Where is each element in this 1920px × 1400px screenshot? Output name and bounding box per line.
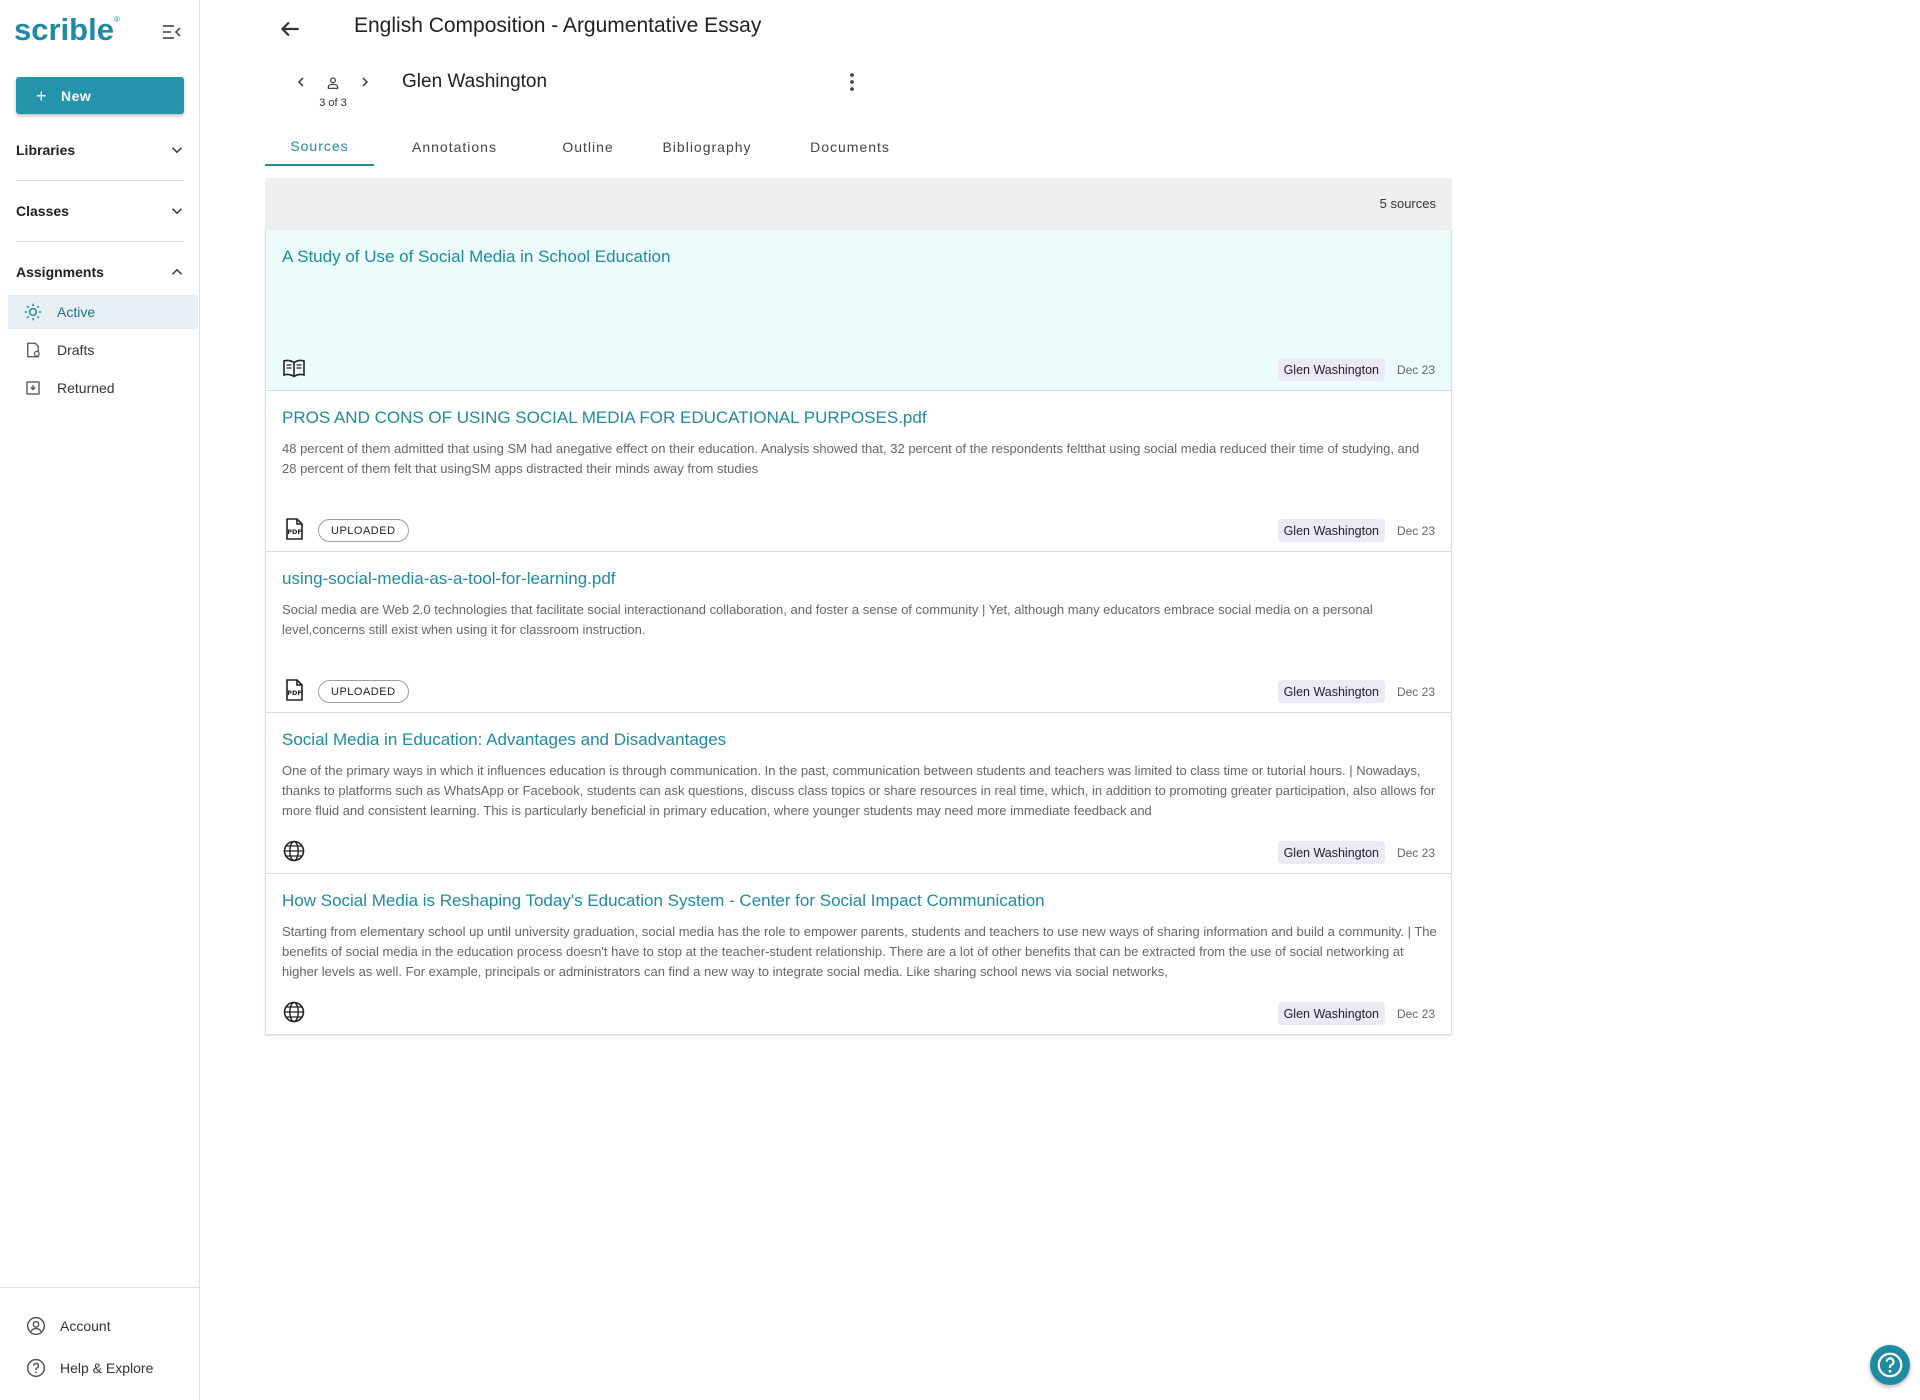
returned-icon [24, 379, 42, 397]
nav-section-classes[interactable]: Classes [16, 198, 186, 224]
collapse-sidebar-icon[interactable] [160, 20, 184, 44]
source-excerpt: Social media are Web 2.0 technologies th… [282, 602, 1373, 637]
source-date: Dec 23 [1396, 846, 1435, 860]
source-title[interactable]: PROS AND CONS OF USING SOCIAL MEDIA FOR … [282, 408, 927, 428]
chevron-down-icon [171, 147, 183, 154]
new-button[interactable]: + New [16, 77, 184, 114]
logo-row: scrible® [14, 12, 186, 48]
nav-section-label: Classes [16, 203, 69, 219]
student-name: Glen Washington [402, 71, 548, 92]
drafts-icon [24, 341, 42, 359]
source-card[interactable]: PROS AND CONS OF USING SOCIAL MEDIA FOR … [265, 391, 1452, 552]
sun-icon [24, 303, 42, 321]
account-label: Account [60, 1318, 111, 1334]
tab-annotations[interactable]: Annotations [382, 128, 527, 166]
sidebar-item-drafts[interactable]: Drafts [8, 333, 198, 367]
new-button-label: New [61, 87, 92, 104]
uploaded-badge: UPLOADED [318, 519, 409, 542]
author-chip: Glen Washington [1277, 358, 1385, 381]
chevron-up-icon [171, 268, 183, 275]
nav-section-libraries[interactable]: Libraries [16, 137, 186, 163]
sources-count: 5 sources [1379, 196, 1436, 211]
source-date: Dec 23 [1396, 524, 1435, 538]
more-vert-icon[interactable] [840, 70, 864, 94]
author-chip: Glen Washington [1277, 1002, 1385, 1025]
sidebar-item-returned[interactable]: Returned [8, 371, 198, 405]
plus-icon: + [36, 85, 48, 106]
sidebar-item-label: Returned [57, 380, 115, 396]
divider [16, 180, 184, 181]
source-date: Dec 23 [1396, 1007, 1435, 1021]
author-chip: Glen Washington [1277, 519, 1385, 542]
help-explore-link[interactable]: Help & Explore [26, 1356, 153, 1380]
uploaded-badge: UPLOADED [318, 680, 409, 703]
help-fab-button[interactable] [1870, 1345, 1910, 1385]
sources-header: 5 sources [265, 178, 1452, 230]
sidebar: scrible® + New Libraries Classes Assignm… [0, 0, 200, 1400]
nav-section-label: Assignments [16, 264, 104, 280]
source-card[interactable]: Social Media in Education: Advantages an… [265, 713, 1452, 874]
source-date: Dec 23 [1396, 363, 1435, 377]
page-title: English Composition - Argumentative Essa… [354, 14, 762, 37]
sidebar-item-label: Drafts [57, 342, 95, 358]
previous-student-icon[interactable] [293, 74, 309, 90]
sidebar-item-label: Active [57, 304, 96, 320]
tab-bibliography[interactable]: Bibliography [627, 128, 787, 166]
help-circle-icon [1877, 1352, 1903, 1378]
author-chip: Glen Washington [1277, 680, 1385, 703]
source-card[interactable]: A Study of Use of Social Media in School… [265, 230, 1452, 391]
nav-section-label: Libraries [16, 142, 76, 158]
nav-section-assignments[interactable]: Assignments [16, 259, 186, 285]
divider [0, 1287, 200, 1288]
globe-icon [283, 1001, 305, 1023]
book-icon [283, 359, 305, 378]
help-icon [26, 1358, 46, 1378]
source-title[interactable]: How Social Media is Reshaping Today's Ed… [282, 891, 1045, 911]
source-title[interactable]: Social Media in Education: Advantages an… [282, 730, 726, 750]
next-student-icon[interactable] [357, 74, 373, 90]
student-count: 3 of 3 [319, 97, 347, 109]
pdf-icon: PDF [286, 679, 303, 701]
source-title[interactable]: using-social-media-as-a-tool-for-learnin… [282, 569, 616, 589]
student-icon [327, 77, 339, 89]
scrible-logo[interactable]: scrible® [14, 12, 120, 48]
source-title[interactable]: A Study of Use of Social Media in School… [282, 247, 670, 267]
tab-documents[interactable]: Documents [765, 128, 935, 166]
divider [16, 241, 184, 242]
sidebar-item-active[interactable]: Active [8, 295, 198, 329]
source-excerpt: 48 percent of them admitted that using S… [282, 441, 1420, 476]
account-link[interactable]: Account [26, 1314, 111, 1338]
account-icon [26, 1316, 46, 1336]
source-card[interactable]: using-social-media-as-a-tool-for-learnin… [265, 552, 1452, 713]
tab-sources[interactable]: Sources [265, 128, 374, 166]
source-excerpt: Starting from elementary school up until… [282, 924, 1437, 979]
back-arrow-icon[interactable] [277, 16, 303, 42]
source-card[interactable]: How Social Media is Reshaping Today's Ed… [265, 874, 1452, 1035]
svg-text:PDF: PDF [287, 689, 302, 697]
pdf-icon: PDF [286, 518, 303, 540]
svg-text:PDF: PDF [287, 528, 302, 536]
help-explore-label: Help & Explore [60, 1360, 154, 1376]
source-excerpt: One of the primary ways in which it infl… [282, 763, 1436, 818]
chevron-down-icon [171, 208, 183, 215]
globe-icon [283, 840, 305, 862]
author-chip: Glen Washington [1277, 841, 1385, 864]
source-date: Dec 23 [1396, 685, 1435, 699]
